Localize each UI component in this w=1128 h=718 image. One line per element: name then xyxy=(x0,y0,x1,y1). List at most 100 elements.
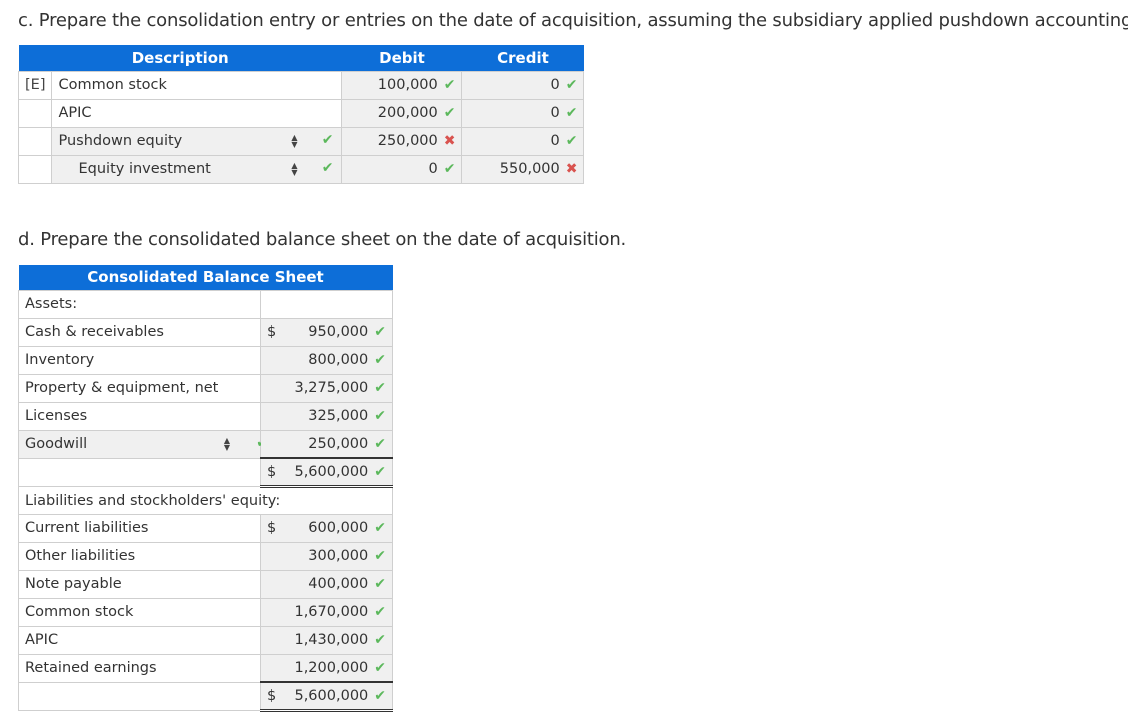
line-item-label: Current liabilities xyxy=(18,513,261,543)
entry-tag xyxy=(17,154,53,184)
liabilities-heading: Liabilities and stockholders' equity: xyxy=(18,485,393,515)
dollar-sign: $ xyxy=(267,464,277,480)
credit-input[interactable]: 550,000 ✖ xyxy=(461,154,585,184)
amount-input[interactable]: 325,000 ✔ xyxy=(260,401,393,431)
line-item-text: APIC xyxy=(25,632,59,648)
liability-row: Common stock 1,670,000 ✔ xyxy=(18,597,393,627)
select-arrows-icon[interactable]: ▲ ▼ xyxy=(224,436,230,451)
check-icon: ✔ xyxy=(374,324,386,340)
check-icon: ✔ xyxy=(374,520,386,536)
amount-input[interactable]: 3,275,000 ✔ xyxy=(260,373,393,403)
debit-input[interactable]: 250,000 ✖ xyxy=(341,126,463,156)
dollar-sign: $ xyxy=(267,519,277,536)
bs-title: Consolidated Balance Sheet xyxy=(18,265,393,290)
amount-input[interactable]: 1,670,000 ✔ xyxy=(260,597,393,627)
amount-value: 3,275,000 xyxy=(294,380,369,396)
account-select[interactable]: Pushdown equity ▲ ▼ ✔ xyxy=(51,126,343,156)
amount-input[interactable]: $600,000 ✔ xyxy=(260,513,393,543)
account-label: Equity investment xyxy=(78,161,211,177)
amount-input[interactable]: 250,000 ✔ xyxy=(260,429,393,459)
line-item-text: Retained earnings xyxy=(25,660,157,676)
total-amount[interactable]: $5,600,000 ✔ xyxy=(260,457,393,488)
total-amount[interactable]: $5,600,000 ✔ xyxy=(260,681,393,712)
line-item-label: Common stock xyxy=(18,597,261,627)
amount-value: 5,600,000 xyxy=(294,687,369,704)
check-icon: ✔ xyxy=(374,463,386,480)
line-item-label: Inventory xyxy=(18,345,261,375)
assets-heading-row: Assets: xyxy=(18,289,393,319)
line-item-text: Inventory xyxy=(25,352,95,368)
check-icon: ✔ xyxy=(321,159,334,176)
amount-value: 1,670,000 xyxy=(294,604,369,620)
amount-input[interactable]: 1,430,000 ✔ xyxy=(260,625,393,655)
header-debit: Debit xyxy=(341,45,462,71)
amount-value: 325,000 xyxy=(308,408,369,424)
amount-input[interactable]: 400,000 ✔ xyxy=(260,569,393,599)
line-item-label: Property & equipment, net xyxy=(18,373,261,403)
debit-value: 200,000 xyxy=(377,105,438,121)
account-name: Common stock xyxy=(51,70,343,100)
bs-header: Consolidated Balance Sheet xyxy=(18,265,393,290)
check-icon: ✔ xyxy=(443,161,456,177)
amount-value: 400,000 xyxy=(308,576,369,592)
cross-icon: ✖ xyxy=(565,161,578,177)
line-item-label: Cash & receivables xyxy=(18,317,261,347)
amount-value: 800,000 xyxy=(308,352,369,368)
asset-row: Inventory 800,000 ✔ xyxy=(18,345,393,375)
select-arrows-icon[interactable]: ▲ ▼ xyxy=(291,161,297,176)
credit-input[interactable]: 0 ✔ xyxy=(461,126,585,156)
cross-icon: ✖ xyxy=(443,133,456,149)
asset-row: Property & equipment, net 3,275,000 ✔ xyxy=(18,373,393,403)
part-d-question: d. Prepare the consolidated balance shee… xyxy=(18,229,627,250)
assets-heading: Assets: xyxy=(18,289,261,319)
credit-value: 0 xyxy=(550,133,560,149)
amount-value: 1,200,000 xyxy=(294,659,369,676)
debit-input[interactable]: 0 ✔ xyxy=(341,154,463,184)
line-item-text: Note payable xyxy=(25,576,122,592)
total-label-empty xyxy=(18,457,261,487)
credit-input[interactable]: 0 ✔ xyxy=(461,98,585,128)
empty-cell xyxy=(260,289,393,319)
check-icon: ✔ xyxy=(374,687,386,704)
account-label: Common stock xyxy=(58,77,167,93)
asset-row: Licenses 325,000 ✔ xyxy=(18,401,393,431)
amount-input[interactable]: 1,200,000 ✔ xyxy=(260,653,393,683)
check-icon: ✔ xyxy=(374,604,386,620)
debit-input[interactable]: 100,000 ✔ xyxy=(341,70,463,100)
consolidated-balance-sheet-table: Consolidated Balance Sheet Assets: Cash &… xyxy=(18,265,393,712)
amount-input[interactable]: 300,000 ✔ xyxy=(260,541,393,571)
amount-input[interactable]: $950,000 ✔ xyxy=(260,317,393,347)
line-item-label: APIC xyxy=(18,625,261,655)
consolidation-entry-table: Description Debit Credit [E] Common stock… xyxy=(17,45,585,184)
line-item-label: Note payable xyxy=(18,569,261,599)
entry-row: Pushdown equity ▲ ▼ ✔ 250,000 ✖ 0 ✔ xyxy=(17,126,585,156)
line-item-label: Other liabilities xyxy=(18,541,261,571)
amount-value: 5,600,000 xyxy=(294,463,369,480)
check-icon: ✔ xyxy=(443,105,456,121)
account-select[interactable]: Equity investment ▲ ▼ ✔ xyxy=(51,154,343,184)
credit-input[interactable]: 0 ✔ xyxy=(461,70,585,100)
select-arrows-icon[interactable]: ▲ ▼ xyxy=(291,133,297,148)
liability-row: Current liabilities $600,000 ✔ xyxy=(18,513,393,543)
check-icon: ✔ xyxy=(374,380,386,396)
entry-tag: [E] xyxy=(17,70,53,100)
check-icon: ✔ xyxy=(565,77,578,93)
entry-tag xyxy=(17,126,53,156)
account-name: APIC xyxy=(51,98,343,128)
check-icon: ✔ xyxy=(374,548,386,564)
debit-input[interactable]: 200,000 ✔ xyxy=(341,98,463,128)
amount-value: 300,000 xyxy=(308,548,369,564)
check-icon: ✔ xyxy=(443,77,456,93)
account-select[interactable]: Goodwill▲▼✔ xyxy=(18,429,268,459)
entry-tag xyxy=(17,98,53,128)
part-c-question: c. Prepare the consolidation entry or en… xyxy=(18,10,1128,31)
liability-row: APIC 1,430,000 ✔ xyxy=(18,625,393,655)
amount-value: 250,000 xyxy=(308,435,369,452)
debit-value: 250,000 xyxy=(377,133,438,149)
account-label: APIC xyxy=(58,105,92,121)
credit-value: 550,000 xyxy=(499,161,560,177)
liabilities-total-row: $5,600,000 ✔ xyxy=(18,681,393,712)
assets-total-row: $5,600,000 ✔ xyxy=(18,457,393,488)
amount-input[interactable]: 800,000 ✔ xyxy=(260,345,393,375)
entry-row: APIC 200,000 ✔ 0 ✔ xyxy=(17,98,585,128)
